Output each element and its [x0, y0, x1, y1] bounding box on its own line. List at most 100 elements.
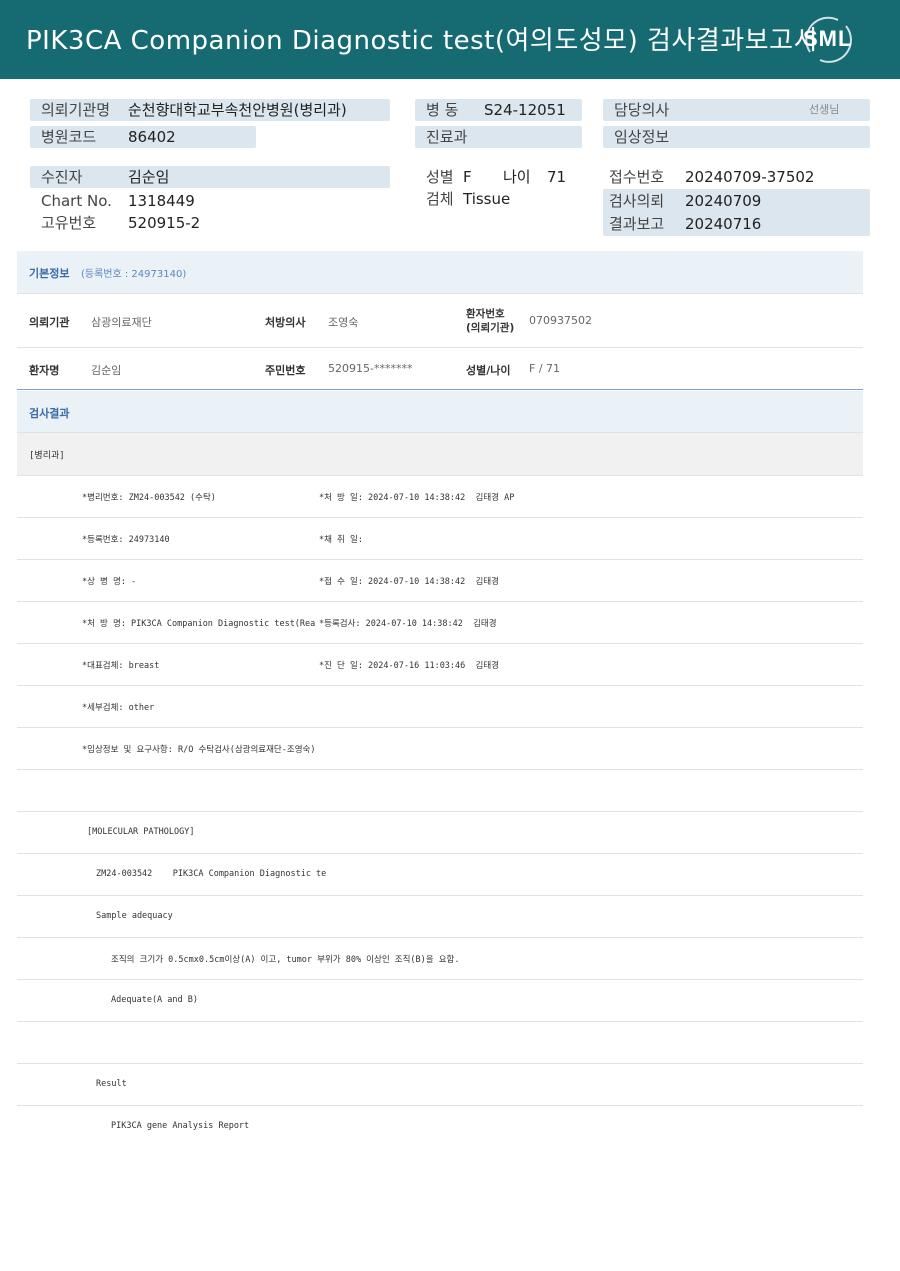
sex-value: F: [463, 168, 472, 186]
institution-label: 의뢰기관명: [41, 101, 111, 119]
clinical-field: 임상정보: [603, 126, 870, 148]
clinical-label: 임상정보: [614, 128, 670, 146]
hospital-code-value: 86402: [128, 128, 176, 146]
age-label: 나이: [503, 168, 531, 186]
adequacy-note-row: 조직의 크기가 0.5cmx0.5cm이상(A) 이고, tumor 부위가 8…: [17, 938, 863, 980]
patient-id-sublabel: (의뢰기관): [466, 322, 515, 334]
result-line: *임상정보 및 요구사항: R/O 수탁검사(삼광의료재단-조영숙): [17, 728, 863, 770]
adequate-value: Adequate(A and B): [111, 995, 198, 1005]
result-line: *세부검체: other: [17, 686, 863, 728]
registration-note: (등록번호 : 24973140): [81, 269, 187, 280]
ward-field: 병 동 S24-12051: [415, 99, 582, 121]
result-line-left: *대표검체: breast: [82, 661, 160, 671]
hospital-code-field: 병원코드 86402: [30, 126, 256, 148]
doctor-field: 담당의사 선생님: [603, 99, 870, 121]
patient-name-label: 환자명: [29, 364, 60, 377]
inst-value: 삼광의료재단: [91, 316, 152, 329]
patient-name-value: 김순임: [91, 364, 122, 377]
mp-id-row: ZM24-003542 PIK3CA Companion Diagnostic …: [17, 854, 863, 896]
report-title: PIK3CA Companion Diagnostic test(여의도성모) …: [26, 26, 818, 56]
pathology-dept-row: [병리과]: [17, 433, 863, 476]
adequate-row: Adequate(A and B): [17, 980, 863, 1022]
result-line: *대표검체: breast *진 단 일: 2024-07-16 11:03:4…: [17, 644, 863, 686]
blank-row: [17, 770, 863, 812]
patient-field: 수진자 김순임: [30, 166, 390, 188]
result-label: 결과보고: [609, 215, 665, 233]
logo-text: SML: [803, 26, 853, 51]
prescriber-label: 처방의사: [265, 316, 306, 329]
doctor-suffix: 선생님: [809, 103, 840, 116]
result-line-left: *상 병 명: -: [82, 577, 137, 587]
sex-age-label: 성별/나이: [466, 364, 511, 377]
patient-label: 수진자: [41, 168, 83, 186]
result-heading: Result: [96, 1079, 127, 1089]
result-line-right: *처 방 일: 2024-07-10 14:38:42 김태경 AP: [319, 493, 515, 503]
unique-field: 고유번호 520915-2: [30, 212, 390, 234]
receipt-label: 접수번호: [609, 168, 665, 186]
unique-value: 520915-2: [128, 214, 201, 232]
chart-value: 1318449: [128, 192, 195, 210]
request-label: 검사의뢰: [609, 192, 665, 210]
result-line-left: *임상정보 및 요구사항: R/O 수탁검사(삼광의료재단-조영숙): [82, 745, 316, 755]
chart-field: Chart No. 1318449: [30, 190, 390, 212]
adequacy-note: 조직의 크기가 0.5cmx0.5cm이상(A) 이고, tumor 부위가 8…: [111, 955, 460, 965]
sex-age-field: 성별 F 나이 71: [415, 166, 582, 188]
result-line-left: *세부검체: other: [82, 703, 155, 713]
result-line-right: *진 단 일: 2024-07-16 11:03:46 김태경: [319, 661, 499, 671]
doctor-label: 담당의사: [614, 101, 670, 119]
results-header: 검사결과: [17, 391, 863, 433]
age-value: 71: [547, 168, 567, 186]
chart-label: Chart No.: [41, 192, 112, 210]
sample-adequacy: Sample adequacy: [96, 911, 173, 921]
patient-id-label: 환자번호: [466, 308, 505, 320]
result-line-right: *접 수 일: 2024-07-10 14:38:42 김태경: [319, 577, 499, 587]
prescriber-value: 조영숙: [328, 316, 359, 329]
inst-label: 의뢰기관: [29, 316, 70, 329]
basic-info-row-2: 환자명 김순임 주민번호 520915-******* 성별/나이 F / 71: [17, 348, 863, 390]
report-header-banner: PIK3CA Companion Diagnostic test(여의도성모) …: [0, 0, 900, 79]
receipt-field: 접수번호 20240709-37502: [603, 166, 870, 188]
result-value: 20240716: [685, 215, 762, 233]
unique-label: 고유번호: [41, 214, 97, 232]
molecular-heading-row: [MOLECULAR PATHOLOGY]: [17, 812, 863, 854]
report-title-row: PIK3CA gene Analysis Report: [17, 1106, 863, 1148]
ward-label: 병 동: [426, 101, 459, 119]
patient-value: 김순임: [128, 168, 170, 186]
specimen-value: Tissue: [463, 190, 511, 208]
specimen-label: 검체: [426, 190, 454, 208]
result-heading-row: Result: [17, 1064, 863, 1106]
rrn-value: 520915-*******: [328, 362, 413, 375]
ward-value: S24-12051: [484, 101, 566, 119]
result-line: *병리번호: ZM24-003542 (수탁) *처 방 일: 2024-07-…: [17, 476, 863, 518]
gene-report-title: PIK3CA gene Analysis Report: [111, 1121, 250, 1131]
result-line-right: *등록검사: 2024-07-10 14:38:42 김태경: [319, 619, 497, 629]
mp-id: ZM24-003542 PIK3CA Companion Diagnostic …: [96, 869, 327, 879]
request-result-box: 검사의뢰 20240709 결과보고 20240716: [603, 189, 870, 236]
result-line-right: *채 취 일:: [319, 535, 363, 545]
basic-info-title: 기본정보: [29, 267, 70, 280]
institution-field: 의뢰기관명 순천향대학교부속천안병원(병리과): [30, 99, 390, 121]
result-line-left: *병리번호: ZM24-003542 (수탁): [82, 493, 216, 503]
pathology-dept-label: [병리과]: [29, 451, 65, 461]
blank-row: [17, 1022, 863, 1064]
result-line: *등록번호: 24973140 *채 취 일:: [17, 518, 863, 560]
dept-field: 진료과: [415, 126, 582, 148]
hospital-code-label: 병원코드: [41, 128, 97, 146]
request-value: 20240709: [685, 192, 762, 210]
result-line-left: *등록번호: 24973140: [82, 535, 170, 545]
result-line-left: *처 방 명: PIK3CA Companion Diagnostic test…: [82, 619, 316, 629]
institution-value: 순천향대학교부속천안병원(병리과): [128, 101, 347, 119]
molecular-heading: [MOLECULAR PATHOLOGY]: [87, 827, 195, 837]
basic-info-row-1: 의뢰기관 삼광의료재단 처방의사 조영숙 환자번호 (의뢰기관) 0709375…: [17, 294, 863, 348]
receipt-value: 20240709-37502: [685, 168, 815, 186]
dept-label: 진료과: [426, 128, 468, 146]
sample-adequacy-row: Sample adequacy: [17, 896, 863, 938]
patient-id-value: 070937502: [529, 314, 592, 327]
rrn-label: 주민번호: [265, 364, 306, 377]
sex-label: 성별: [426, 168, 454, 186]
result-line: *상 병 명: - *접 수 일: 2024-07-10 14:38:42 김태…: [17, 560, 863, 602]
basic-info-header: 기본정보 (등록번호 : 24973140): [17, 251, 863, 294]
results-title: 검사결과: [29, 407, 70, 420]
specimen-field: 검체 Tissue: [415, 188, 582, 210]
result-line: *처 방 명: PIK3CA Companion Diagnostic test…: [17, 602, 863, 644]
